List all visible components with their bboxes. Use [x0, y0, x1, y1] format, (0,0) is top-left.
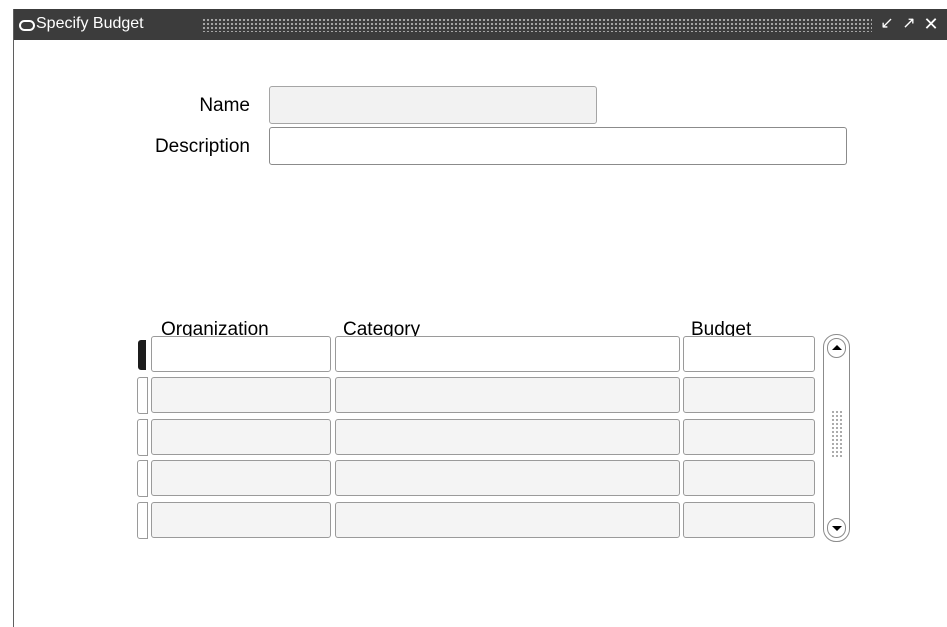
budget-cell[interactable]: [683, 460, 815, 496]
scroll-down-button[interactable]: [827, 518, 846, 538]
organization-cell[interactable]: [151, 419, 331, 455]
name-label: Name: [199, 95, 250, 116]
minimize-icon[interactable]: ↙: [878, 14, 896, 34]
scroll-up-button[interactable]: [827, 338, 846, 358]
category-cell[interactable]: [335, 502, 680, 538]
row-selector[interactable]: [137, 419, 148, 456]
organization-cell[interactable]: [151, 336, 331, 372]
title-bar[interactable]: Specify Budget ↙ ↗ ✕: [14, 9, 947, 40]
title-bar-grip[interactable]: [202, 18, 872, 32]
arrow-up-icon: [832, 345, 842, 350]
category-cell[interactable]: [335, 419, 680, 455]
arrow-down-icon: [832, 526, 842, 531]
name-field[interactable]: [269, 86, 597, 124]
organization-cell[interactable]: [151, 460, 331, 496]
category-cell[interactable]: [335, 377, 680, 413]
category-cell[interactable]: [335, 336, 680, 372]
row-selector-current[interactable]: [138, 340, 146, 370]
row-selector[interactable]: [137, 377, 148, 414]
description-field[interactable]: [269, 127, 847, 165]
row-selector[interactable]: [137, 502, 148, 539]
budget-cell[interactable]: [683, 377, 815, 413]
specify-budget-window: Specify Budget ↙ ↗ ✕ Name Description Or…: [13, 9, 947, 627]
description-label: Description: [154, 136, 250, 157]
budget-cell[interactable]: [683, 419, 815, 455]
window-menu-icon[interactable]: [19, 20, 35, 31]
scroll-thumb[interactable]: [831, 410, 843, 458]
row-selector[interactable]: [137, 460, 148, 497]
table-scrollbar[interactable]: [823, 334, 850, 542]
budget-cell[interactable]: [683, 336, 815, 372]
close-icon[interactable]: ✕: [922, 14, 940, 34]
maximize-icon[interactable]: ↗: [900, 14, 918, 34]
organization-cell[interactable]: [151, 502, 331, 538]
budget-cell[interactable]: [683, 502, 815, 538]
category-cell[interactable]: [335, 460, 680, 496]
organization-cell[interactable]: [151, 377, 331, 413]
window-title: Specify Budget: [36, 15, 144, 32]
